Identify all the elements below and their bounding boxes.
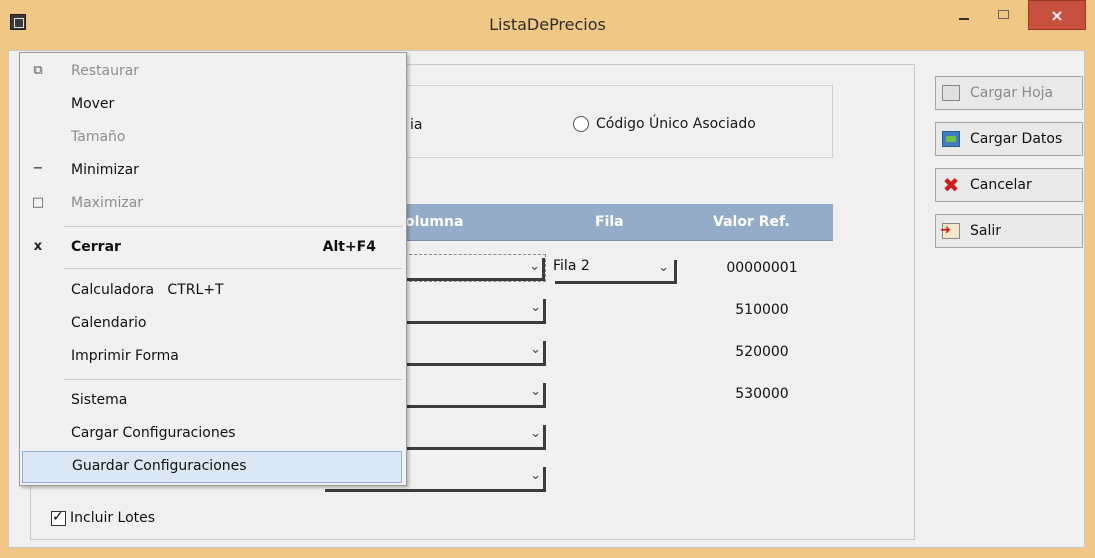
- radio-option-partial-label: ia: [410, 117, 423, 133]
- menu-item-mover[interactable]: Mover: [20, 89, 406, 121]
- menu-item-tamano[interactable]: Tamaño: [20, 122, 406, 154]
- menu-item-calculadora[interactable]: Calculadora CTRL+T: [20, 275, 406, 307]
- grid-valor-cell: 510000: [735, 302, 789, 318]
- salir-label: Salir: [970, 223, 1002, 239]
- maximize-button[interactable]: [985, 0, 1023, 30]
- menu-item-accelerator: Alt+F4: [322, 239, 376, 255]
- grid-header-fila: Fila: [595, 214, 624, 230]
- sheet-icon: [942, 85, 960, 101]
- menu-item-label: Guardar Configuraciones: [72, 458, 247, 474]
- chevron-down-icon: ⌄: [530, 300, 541, 315]
- menu-separator: [64, 379, 402, 380]
- chevron-down-icon: ⌄: [658, 260, 669, 275]
- exit-icon: [940, 223, 960, 239]
- window-title: ListaDePrecios: [489, 15, 606, 34]
- menu-item-label: Sistema: [71, 392, 128, 408]
- menu-item-label: Restaurar: [71, 63, 140, 79]
- cargar-datos-button[interactable]: Cargar Datos: [935, 122, 1083, 156]
- combo-edge: [325, 489, 546, 492]
- cancelar-label: Cancelar: [970, 177, 1032, 193]
- combo-edge: [543, 425, 546, 447]
- restore-icon: ⧉: [33, 63, 43, 78]
- cargar-hoja-button[interactable]: Cargar Hoja: [935, 76, 1083, 110]
- chevron-down-icon: ⌄: [530, 384, 541, 399]
- salir-button[interactable]: Salir: [935, 214, 1083, 248]
- menu-item-cargar-configuraciones[interactable]: Cargar Configuraciones: [20, 418, 406, 450]
- incluir-lotes-label[interactable]: Incluir Lotes: [70, 510, 155, 526]
- combo-edge: [674, 260, 677, 282]
- combo-edge: [543, 299, 546, 321]
- menu-item-maximizar[interactable]: □ Maximizar: [20, 188, 406, 220]
- close-icon: x: [33, 239, 43, 254]
- menu-item-label: Cerrar: [71, 239, 121, 255]
- codigo-unico-radio-label[interactable]: Código Único Asociado: [596, 116, 756, 132]
- menu-item-calendario[interactable]: Calendario: [20, 308, 406, 340]
- cancelar-button[interactable]: ✖ Cancelar: [935, 168, 1083, 202]
- close-button[interactable]: ×: [1028, 0, 1086, 30]
- maximize-icon: [998, 10, 1009, 19]
- title-bar[interactable]: ListaDePrecios ×: [0, 0, 1095, 50]
- grid-valor-cell: 520000: [735, 344, 789, 360]
- menu-item-guardar-configuraciones[interactable]: Guardar Configuraciones: [22, 451, 402, 483]
- combo-edge: [555, 281, 677, 284]
- cargar-hoja-label: Cargar Hoja: [970, 85, 1054, 101]
- menu-item-label: Calendario: [71, 315, 147, 331]
- chevron-down-icon: ⌄: [530, 426, 541, 441]
- close-icon: ×: [1050, 6, 1064, 25]
- combo-edge: [543, 341, 546, 363]
- menu-item-label: Minimizar: [71, 162, 139, 178]
- combo-edge: [543, 383, 546, 405]
- cancel-icon: ✖: [942, 173, 960, 197]
- fila-combo[interactable]: Fila 2 ⌄: [553, 254, 679, 284]
- grid-valor-cell: 00000001: [726, 260, 798, 276]
- cargar-datos-label: Cargar Datos: [970, 131, 1063, 147]
- fila-combo-value: Fila 2: [553, 258, 590, 274]
- incluir-lotes-checkbox[interactable]: [51, 509, 66, 526]
- menu-item-sistema[interactable]: Sistema: [20, 385, 406, 417]
- codigo-unico-radio[interactable]: [573, 116, 589, 132]
- menu-item-minimizar[interactable]: − Minimizar: [20, 155, 406, 187]
- menu-item-label: Cargar Configuraciones: [71, 425, 236, 441]
- grid-valor-cell: 530000: [735, 386, 789, 402]
- menu-separator: [64, 268, 402, 269]
- combo-edge: [543, 467, 546, 489]
- chevron-down-icon: ⌄: [530, 342, 541, 357]
- grid-header-valor-ref: Valor Ref.: [713, 214, 790, 230]
- menu-item-label: Maximizar: [71, 195, 144, 211]
- chevron-down-icon: ⌄: [530, 468, 541, 483]
- menu-item-imprimir-forma[interactable]: Imprimir Forma: [20, 341, 406, 373]
- menu-item-label: Mover: [71, 96, 115, 112]
- menu-item-restaurar[interactable]: ⧉ Restaurar: [20, 56, 406, 88]
- maximize-icon: □: [31, 195, 45, 210]
- menu-separator: [64, 226, 402, 227]
- excel-icon: [942, 131, 960, 147]
- menu-item-label: Tamaño: [71, 129, 126, 145]
- minimize-icon: [959, 18, 969, 20]
- chevron-down-icon: ⌄: [529, 259, 540, 274]
- menu-item-label: Calculadora CTRL+T: [71, 282, 224, 298]
- application-window: ListaDePrecios × ia Código Único Asociad…: [0, 0, 1095, 558]
- menu-item-label: Imprimir Forma: [71, 348, 179, 364]
- menu-item-cerrar[interactable]: x Cerrar Alt+F4: [20, 232, 406, 264]
- minimize-icon: −: [32, 161, 44, 176]
- minimize-button[interactable]: [945, 0, 983, 30]
- system-menu: ⧉ Restaurar Mover Tamaño − Minimizar □ M…: [19, 52, 407, 486]
- combo-edge: [542, 258, 545, 280]
